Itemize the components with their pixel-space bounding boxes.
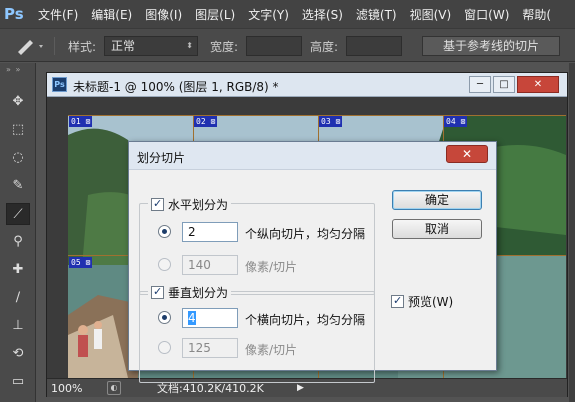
ps-document-icon: Ps <box>52 77 67 92</box>
horizontal-divide-checkbox[interactable]: ✓ <box>151 197 164 211</box>
vertical-count-radio[interactable] <box>158 311 171 324</box>
maximize-icon[interactable]: □ <box>493 76 515 93</box>
slice-label: 03 ⊠ <box>319 116 343 127</box>
quick-selection-tool-icon[interactable]: ✎ <box>6 175 30 197</box>
horizontal-divide-group: ✓ 水平划分为 2 个纵向切片，均匀分隔 140 像素/切片 <box>139 196 375 295</box>
check-icon: ✓ <box>153 285 163 298</box>
horizontal-count-radio[interactable] <box>158 225 171 238</box>
menu-layer[interactable]: 图层(L) <box>195 6 235 23</box>
vertical-divide-checkbox[interactable]: ✓ <box>151 285 164 299</box>
check-icon: ✓ <box>393 294 403 307</box>
updown-arrows-icon: ⬍ <box>186 41 193 50</box>
slice-line <box>68 115 566 116</box>
document-titlebar[interactable]: Ps 未标题-1 @ 100% (图层 1, RGB/8) * ─ □ ✕ <box>47 73 567 97</box>
style-label: 样式: <box>68 40 97 54</box>
marquee-tool-icon[interactable]: ⬚ <box>6 119 30 141</box>
slices-from-guides-button[interactable]: 基于参考线的切片 <box>422 36 560 56</box>
preview-option[interactable]: ✓ 预览(W) <box>391 293 453 310</box>
slice-label: 02 ⊠ <box>194 116 218 127</box>
vertical-divide-legend: ✓ 垂直划分为 <box>148 284 232 301</box>
slice-label: 01 ⊠ <box>69 116 93 127</box>
toolbox: » » ✥ ⬚ ◌ ✎ ⟋ ⚲ ✚ ∕ ⊥ ⟲ ▭ <box>0 63 36 402</box>
zoom-level[interactable]: 100% <box>51 381 91 396</box>
cancel-button[interactable]: 取消 <box>392 219 482 239</box>
eraser-tool-icon[interactable]: ▭ <box>6 371 30 393</box>
height-label: 高度: <box>310 40 339 54</box>
move-tool-icon[interactable]: ✥ <box>6 91 30 113</box>
menu-help[interactable]: 帮助( <box>522 6 551 23</box>
menu-type[interactable]: 文字(Y) <box>248 6 289 23</box>
healing-brush-tool-icon[interactable]: ✚ <box>6 259 30 281</box>
vertical-pixel-field[interactable]: 125 <box>182 338 238 358</box>
preview-checkbox[interactable]: ✓ <box>391 294 404 308</box>
clone-stamp-tool-icon[interactable]: ⊥ <box>6 315 30 337</box>
slice-tool-preset-picker[interactable] <box>12 36 48 56</box>
ok-button[interactable]: 确定 <box>392 190 482 210</box>
menu-filter[interactable]: 滤镜(T) <box>356 6 397 23</box>
menu-window[interactable]: 窗口(W) <box>464 6 509 23</box>
menu-select[interactable]: 选择(S) <box>302 6 343 23</box>
height-field[interactable] <box>346 36 402 56</box>
menu-image[interactable]: 图像(I) <box>145 6 182 23</box>
photoshop-logo: Ps <box>4 5 24 23</box>
horizontal-count-label: 个纵向切片，均匀分隔 <box>245 227 366 241</box>
options-separator <box>54 37 55 55</box>
status-menu-arrow-icon[interactable]: ▶ <box>297 381 304 396</box>
history-brush-tool-icon[interactable]: ⟲ <box>6 343 30 365</box>
preview-label: 预览(W) <box>408 295 454 309</box>
width-label: 宽度: <box>210 40 239 54</box>
dialog-body: ✓ 水平划分为 2 个纵向切片，均匀分隔 140 像素/切片 ✓ 垂直划分为 4… <box>129 170 496 383</box>
canvas-top-strip <box>67 97 567 115</box>
close-document-icon[interactable]: ✕ <box>517 76 559 93</box>
menu-edit[interactable]: 编辑(E) <box>91 6 132 23</box>
lasso-tool-icon[interactable]: ◌ <box>6 147 30 169</box>
horizontal-divide-legend: ✓ 水平划分为 <box>148 196 232 213</box>
eyedropper-tool-icon[interactable]: ⚲ <box>6 231 30 253</box>
vertical-divide-group: ✓ 垂直划分为 4 个横向切片，均匀分隔 125 像素/切片 <box>139 284 375 383</box>
check-icon: ✓ <box>153 197 163 210</box>
minimize-icon[interactable]: ─ <box>469 76 491 93</box>
style-select[interactable]: 正常 ⬍ <box>104 36 198 56</box>
menu-file[interactable]: 文件(F) <box>38 6 78 23</box>
status-info-icon[interactable]: ◐ <box>107 381 121 395</box>
vertical-divide-label: 垂直划分为 <box>168 286 229 300</box>
slice-label: 04 ⊠ <box>444 116 468 127</box>
dialog-close-icon[interactable]: ✕ <box>446 145 488 163</box>
horizontal-pixel-radio[interactable] <box>158 258 171 271</box>
vertical-pixel-label: 像素/切片 <box>245 343 298 357</box>
dialog-titlebar[interactable]: 划分切片 ✕ <box>129 142 496 170</box>
horizontal-pixel-label: 像素/切片 <box>245 260 298 274</box>
menu-bar: Ps 文件(F) 编辑(E) 图像(I) 图层(L) 文字(Y) 选择(S) 滤… <box>0 0 575 28</box>
width-field[interactable] <box>246 36 302 56</box>
menu-view[interactable]: 视图(V) <box>410 6 452 23</box>
divide-slice-dialog: 划分切片 ✕ ✓ 水平划分为 2 个纵向切片，均匀分隔 140 像素/切片 ✓ … <box>128 141 497 383</box>
dialog-title: 划分切片 <box>137 151 186 165</box>
toolbox-grip-icon[interactable]: » » <box>6 65 21 74</box>
vertical-pixel-radio[interactable] <box>158 341 171 354</box>
document-title: 未标题-1 @ 100% (图层 1, RGB/8) * <box>73 80 279 94</box>
vertical-count-label: 个横向切片，均匀分隔 <box>245 313 366 327</box>
document-size: 文档:410.2K/410.2K <box>157 382 264 395</box>
horizontal-divide-label: 水平划分为 <box>168 198 229 212</box>
horizontal-count-field[interactable]: 2 <box>182 222 238 242</box>
style-select-value: 正常 <box>111 39 136 53</box>
brush-tool-icon[interactable]: ∕ <box>6 287 30 309</box>
options-bar: 样式: 正常 ⬍ 宽度: 高度: 基于参考线的切片 <box>0 28 575 62</box>
panel-dock-edge <box>569 63 575 402</box>
horizontal-pixel-field[interactable]: 140 <box>182 255 238 275</box>
slice-label: 05 ⊠ <box>69 257 93 268</box>
slice-tool-icon[interactable]: ⟋ <box>6 203 30 225</box>
vertical-count-field[interactable]: 4 <box>182 308 238 328</box>
